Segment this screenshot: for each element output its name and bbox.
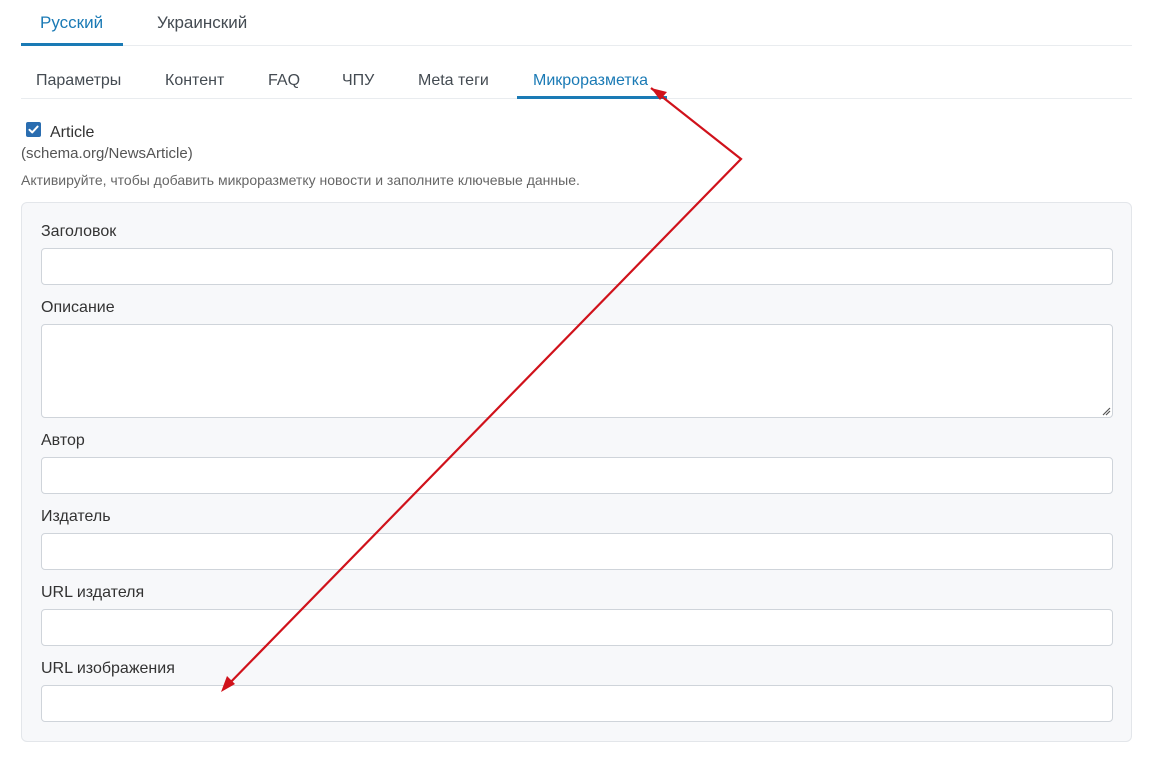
image-url-label: URL изображения xyxy=(41,660,175,677)
author-label: Автор xyxy=(41,432,85,449)
tab-faq[interactable]: FAQ xyxy=(268,72,300,90)
publisher-label: Издатель xyxy=(41,508,111,525)
article-checkbox[interactable] xyxy=(26,122,41,137)
tab-ukrainian[interactable]: Украинский xyxy=(157,13,247,33)
article-checkbox-label[interactable]: Article xyxy=(50,124,94,142)
help-text: Активируйте, чтобы добавить микроразметк… xyxy=(21,172,580,188)
description-textarea[interactable] xyxy=(41,324,1113,418)
publisher-input[interactable] xyxy=(41,533,1113,570)
publisher-url-label: URL издателя xyxy=(41,584,145,601)
active-section-indicator xyxy=(517,96,667,99)
publisher-url-input[interactable] xyxy=(41,609,1113,646)
section-tabs: Параметры Контент FAQ ЧПУ Meta теги Микр… xyxy=(21,60,1132,99)
tab-microdata[interactable]: Микроразметка xyxy=(533,72,648,90)
image-url-input[interactable] xyxy=(41,685,1113,722)
title-input[interactable] xyxy=(41,248,1113,285)
resize-handle-icon[interactable] xyxy=(1101,406,1111,416)
active-language-indicator xyxy=(21,43,123,46)
language-tabs: Русский Украинский xyxy=(21,0,1132,46)
tab-russian[interactable]: Русский xyxy=(40,13,103,33)
tab-content[interactable]: Контент xyxy=(165,72,224,90)
tab-seo-url[interactable]: ЧПУ xyxy=(342,72,374,90)
schema-type-note: (schema.org/NewsArticle) xyxy=(21,145,193,162)
tab-parameters[interactable]: Параметры xyxy=(36,72,121,90)
tab-meta-tags[interactable]: Meta теги xyxy=(418,72,489,90)
author-input[interactable] xyxy=(41,457,1113,494)
checkmark-icon xyxy=(28,125,39,134)
description-label: Описание xyxy=(41,299,115,316)
title-label: Заголовок xyxy=(41,223,117,240)
